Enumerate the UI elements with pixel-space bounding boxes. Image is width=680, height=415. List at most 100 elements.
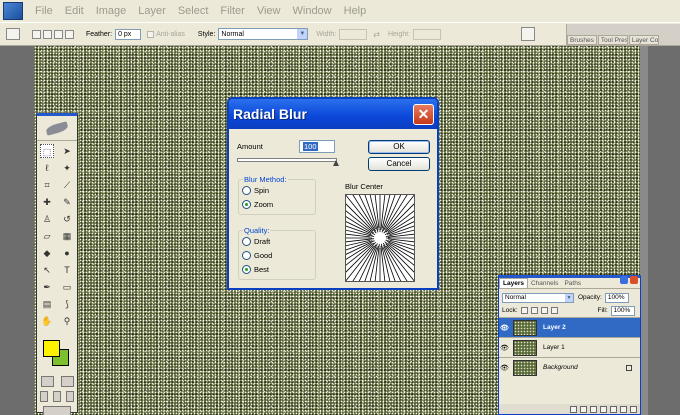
screen-mode-full-menu-icon[interactable] — [52, 391, 61, 402]
notes-tool-icon[interactable]: ▤ — [40, 297, 54, 311]
history-brush-icon[interactable]: ↺ — [60, 212, 74, 226]
menu-layer[interactable]: Layer — [132, 5, 172, 17]
dialog-title-bar[interactable]: Radial Blur ✕ — [229, 99, 437, 129]
tab-layers[interactable]: Layers — [499, 278, 528, 288]
magic-wand-icon[interactable]: ✦ — [60, 161, 74, 175]
new-layer-icon[interactable] — [620, 405, 627, 413]
foreground-color-swatch[interactable] — [43, 340, 60, 357]
blur-tool-icon[interactable]: ◆ — [40, 246, 54, 260]
layer-row[interactable]: 👁 Layer 1 — [499, 337, 640, 357]
quick-mask-icon[interactable] — [60, 376, 74, 387]
jump-to-imageready-icon[interactable] — [43, 406, 71, 415]
marquee-tool-icon[interactable]: ⬚ — [40, 144, 54, 158]
best-radio[interactable] — [242, 265, 251, 274]
method-zoom-option[interactable]: Zoom — [242, 200, 273, 209]
menu-help[interactable]: Help — [338, 5, 373, 17]
tab-paths[interactable]: Paths — [561, 279, 584, 288]
quality-draft-option[interactable]: Draft — [242, 237, 270, 246]
minimize-icon[interactable] — [620, 276, 628, 284]
menu-window[interactable]: Window — [287, 5, 338, 17]
add-selection-icon[interactable] — [43, 29, 52, 39]
cancel-button[interactable]: Cancel — [368, 157, 430, 171]
lock-transparency-icon[interactable] — [520, 307, 528, 314]
quality-good-option[interactable]: Good — [242, 251, 272, 260]
slice-tool-icon[interactable]: ⟋ — [60, 178, 74, 192]
close-icon[interactable] — [630, 276, 638, 284]
eraser-tool-icon[interactable]: ▱ — [40, 229, 54, 243]
standard-mode-icon[interactable] — [40, 376, 54, 387]
width-input[interactable] — [339, 28, 368, 40]
eye-icon[interactable]: 👁 — [499, 364, 510, 372]
hand-tool-icon[interactable]: ✋ — [40, 314, 54, 328]
menu-select[interactable]: Select — [172, 5, 215, 17]
fill-input[interactable]: 100% — [610, 305, 635, 316]
spin-radio[interactable] — [242, 186, 251, 195]
palette-tab-brushes[interactable]: Brushes — [567, 35, 597, 45]
layer-style-icon[interactable] — [580, 405, 587, 413]
swap-icon[interactable]: ⇄ — [373, 30, 380, 39]
tab-channels[interactable]: Channels — [528, 279, 561, 288]
eye-icon[interactable]: 👁 — [499, 324, 510, 332]
photoshop-logo-icon[interactable] — [3, 2, 23, 20]
new-selection-icon[interactable] — [32, 29, 41, 39]
style-select[interactable]: Normal ▼ — [218, 28, 309, 40]
intersect-selection-icon[interactable] — [65, 29, 74, 39]
lock-pixels-icon[interactable] — [530, 307, 538, 314]
crop-tool-icon[interactable]: ⌗ — [40, 178, 54, 192]
palette-tab-layer-comps[interactable]: Layer Comps — [628, 35, 659, 45]
menu-file[interactable]: File — [29, 5, 59, 17]
eye-icon[interactable]: 👁 — [499, 344, 510, 352]
amount-input[interactable]: 100 — [299, 140, 335, 153]
new-group-icon[interactable] — [610, 405, 617, 413]
trash-icon[interactable] — [630, 405, 637, 413]
brush-tool-icon[interactable]: ✎ — [60, 195, 74, 209]
shape-tool-icon[interactable]: ▭ — [60, 280, 74, 294]
clone-stamp-icon[interactable]: ♙ — [40, 212, 54, 226]
blur-center-preview[interactable] — [320, 178, 437, 288]
mask-icon[interactable] — [590, 405, 597, 413]
screen-mode-full-icon[interactable] — [66, 391, 75, 402]
draft-radio[interactable] — [242, 237, 251, 246]
type-tool-icon[interactable]: T — [60, 263, 74, 277]
zoom-ray — [383, 245, 405, 288]
screen-mode-standard-icon[interactable] — [39, 391, 48, 402]
height-input[interactable] — [413, 28, 442, 40]
subtract-selection-icon[interactable] — [54, 29, 63, 39]
lasso-tool-icon[interactable]: ℓ — [40, 161, 54, 175]
good-radio[interactable] — [242, 251, 251, 260]
menu-filter[interactable]: Filter — [214, 5, 250, 17]
zoom-radio[interactable] — [242, 200, 251, 209]
menu-edit[interactable]: Edit — [59, 5, 90, 17]
palette-tab-tool-presets[interactable]: Tool Presets — [597, 35, 628, 45]
lock-all-icon[interactable] — [550, 307, 558, 314]
ok-button[interactable]: OK — [368, 140, 430, 154]
menu-view[interactable]: View — [251, 5, 287, 17]
feather-input[interactable]: 0 px — [115, 28, 142, 40]
layer-row[interactable]: 👁 Layer 2 — [499, 317, 640, 337]
zoom-tool-icon[interactable]: ⚲ — [60, 314, 74, 328]
menu-image[interactable]: Image — [90, 5, 133, 17]
amount-slider-track[interactable] — [237, 158, 337, 162]
marquee-preset-icon[interactable] — [6, 28, 20, 40]
pen-tool-icon[interactable]: ✒ — [40, 280, 54, 294]
amount-slider-thumb[interactable] — [333, 160, 339, 166]
adjustment-layer-icon[interactable] — [600, 405, 607, 413]
method-spin-option[interactable]: Spin — [242, 186, 269, 195]
blend-mode-select[interactable]: Normal ▼ — [502, 292, 574, 303]
healing-brush-icon[interactable]: ✚ — [40, 195, 54, 209]
gradient-tool-icon[interactable]: ▦ — [60, 229, 74, 243]
layer-row[interactable]: 👁 Background — [499, 357, 640, 377]
eyedropper-tool-icon[interactable]: ⟆ — [60, 297, 74, 311]
link-icon[interactable] — [570, 405, 577, 413]
path-selection-icon[interactable]: ↖ — [40, 263, 54, 277]
lock-position-icon[interactable] — [540, 307, 548, 314]
file-browser-icon[interactable] — [521, 27, 536, 41]
antialias-checkbox[interactable] — [147, 30, 155, 38]
vertical-scrollbar[interactable] — [640, 46, 648, 415]
quality-best-option[interactable]: Best — [242, 265, 269, 274]
feather-logo-icon[interactable] — [45, 120, 69, 136]
close-icon[interactable]: ✕ — [413, 103, 434, 125]
move-tool-icon[interactable]: ➤ — [60, 144, 74, 158]
opacity-input[interactable]: 100% — [604, 292, 629, 303]
dodge-tool-icon[interactable]: ● — [60, 246, 74, 260]
